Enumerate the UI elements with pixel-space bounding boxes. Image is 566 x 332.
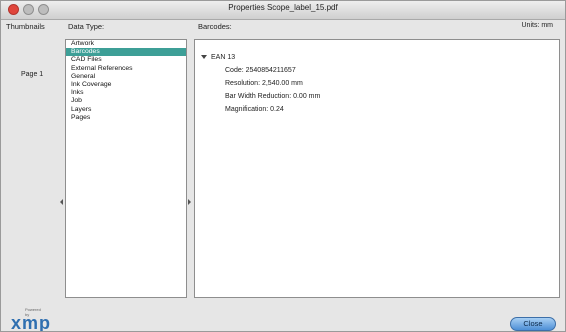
properties-window: Properties Scope_label_15.pdf Thumbnails… (0, 0, 566, 332)
right-splitter[interactable] (188, 39, 192, 298)
data-type-item-job[interactable]: Job (66, 97, 186, 105)
data-type-item-artwork[interactable]: Artwork (66, 40, 186, 48)
footer-bar: Powered by xmp Close (1, 303, 565, 331)
window-title: Properties Scope_label_15.pdf (228, 3, 338, 12)
barcode-resolution: Resolution: 2,540.00 mm (225, 80, 303, 87)
data-type-item-external-references[interactable]: External References (66, 65, 186, 73)
data-type-header: Data Type: (68, 22, 105, 31)
data-type-item-ink-coverage[interactable]: Ink Coverage (66, 81, 186, 89)
xmp-logo: Powered by xmp (9, 306, 50, 331)
barcode-tree-node[interactable]: EAN 13 (201, 54, 235, 61)
xmp-logo-text: xmp (11, 313, 52, 332)
thumbnails-header: Thumbnails (6, 22, 45, 31)
close-button[interactable]: Close (510, 317, 556, 331)
barcode-details-panel: EAN 13 Code: 2540854211657 Resolution: 2… (194, 39, 560, 298)
data-type-item-barcodes[interactable]: Barcodes (66, 48, 186, 57)
title-bar: Properties Scope_label_15.pdf (1, 1, 565, 20)
data-type-item-layers[interactable]: Layers (66, 106, 186, 114)
data-type-list[interactable]: Artwork Barcodes CAD Files External Refe… (65, 39, 187, 298)
barcodes-header: Barcodes: (198, 22, 232, 31)
splitter-grip-icon (60, 199, 63, 205)
units-selector[interactable]: Units: mm (522, 22, 554, 29)
page-thumbnail-label[interactable]: Page 1 (21, 71, 43, 78)
left-splitter[interactable] (60, 39, 64, 298)
data-type-item-inks[interactable]: Inks (66, 89, 186, 97)
barcode-bar-width-reduction: Bar Width Reduction: 0.00 mm (225, 93, 321, 100)
disclosure-triangle-icon[interactable] (201, 55, 207, 60)
data-type-item-cad-files[interactable]: CAD Files (66, 56, 186, 64)
barcode-code: Code: 2540854211657 (225, 67, 296, 74)
barcode-magnification: Magnification: 0.24 (225, 106, 284, 113)
data-type-item-pages[interactable]: Pages (66, 114, 186, 122)
barcode-name: EAN 13 (211, 54, 236, 61)
splitter-grip-icon (188, 199, 191, 205)
data-type-item-general[interactable]: General (66, 73, 186, 81)
